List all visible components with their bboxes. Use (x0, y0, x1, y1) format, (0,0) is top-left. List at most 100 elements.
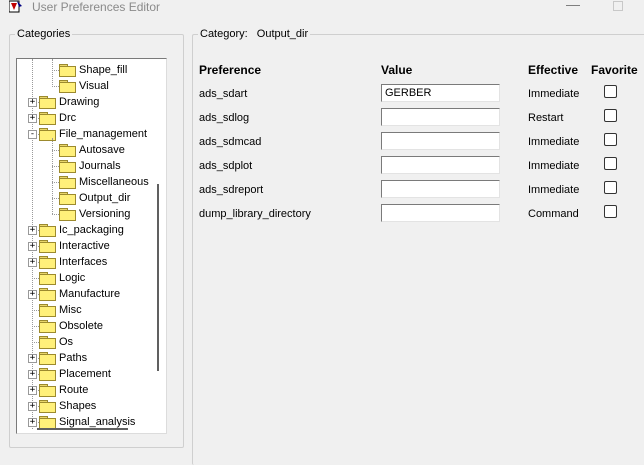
tree-item[interactable]: Interactive (39, 238, 110, 254)
tree-item[interactable]: Route (39, 382, 88, 398)
folder-icon (39, 304, 56, 317)
tree-item[interactable]: Interfaces (39, 254, 107, 270)
preference-value-input[interactable] (381, 180, 500, 198)
favorite-checkbox[interactable] (604, 157, 617, 170)
folder-icon (39, 256, 56, 269)
folder-icon (39, 416, 56, 429)
preference-value-input[interactable] (381, 156, 500, 174)
preference-name: dump_library_directory (199, 208, 311, 220)
tree-connector (32, 278, 39, 279)
preference-value-input[interactable] (381, 204, 500, 222)
tree-child-guide (52, 59, 53, 87)
folder-icon (59, 80, 76, 93)
tree-item-label: Shapes (59, 400, 97, 412)
preference-value-input[interactable] (381, 108, 500, 126)
tree-item[interactable]: Versioning (59, 206, 130, 222)
effective-value: Immediate (528, 160, 580, 172)
tree-item[interactable]: Output_dir (59, 190, 130, 206)
tree-item[interactable]: Drc (39, 110, 76, 126)
tree-connector (32, 310, 39, 311)
favorite-checkbox[interactable] (604, 109, 617, 122)
favorite-checkbox[interactable] (604, 181, 617, 194)
tree-connector (52, 86, 59, 87)
favorite-checkbox[interactable] (604, 85, 617, 98)
tree-item[interactable]: Os (39, 334, 73, 350)
category-tree[interactable]: Shape_fill Visual + Drawing + Drc - File_manage… (16, 58, 167, 434)
effective-value: Immediate (528, 184, 580, 196)
tree-item-label: Misc (59, 304, 82, 316)
expand-icon[interactable]: + (28, 258, 37, 267)
expand-icon[interactable]: + (28, 114, 37, 123)
effective-value: Immediate (528, 88, 580, 100)
folder-icon (39, 384, 56, 397)
preference-column-header: Preference (199, 63, 262, 77)
favorite-checkbox[interactable] (604, 205, 617, 218)
tree-item-label: Drawing (59, 96, 100, 108)
tree-connector (52, 214, 59, 215)
expand-icon[interactable]: + (28, 242, 37, 251)
preference-value-input[interactable] (381, 84, 500, 102)
maximize-button[interactable] (613, 1, 623, 11)
expand-icon[interactable]: + (28, 290, 37, 299)
preference-name: ads_sdmcad (199, 136, 262, 148)
tree-item-label: Manufacture (59, 288, 121, 300)
tree-horizontal-scrollbar[interactable] (37, 428, 128, 430)
tree-item-label: Drc (59, 112, 77, 124)
tree-item-label: Visual (79, 80, 109, 92)
expand-icon[interactable]: + (28, 402, 37, 411)
preference-name: ads_sdplot (199, 160, 253, 172)
preference-name: ads_sdlog (199, 112, 250, 124)
folder-icon (39, 96, 56, 109)
tree-item-label: Interfaces (59, 256, 108, 268)
folder-icon (39, 288, 56, 301)
tree-item[interactable]: Drawing (39, 94, 99, 110)
tree-connector (52, 150, 59, 151)
tree-item-label: Route (59, 384, 89, 396)
category-heading: Category: Output_dir (198, 28, 311, 40)
favorite-checkbox[interactable] (604, 133, 617, 146)
tree-item-label: Paths (59, 352, 88, 364)
effective-column-header: Effective (528, 63, 579, 77)
favorite-column-header: Favorite (591, 63, 638, 77)
folder-icon (59, 64, 76, 77)
folder-icon (59, 144, 76, 157)
tree-item[interactable]: Misc (39, 302, 82, 318)
title-bar: User Preferences Editor — (0, 0, 644, 16)
expand-icon[interactable]: + (28, 418, 37, 427)
tree-item[interactable]: Miscellaneous (59, 174, 149, 190)
tree-item[interactable]: Shapes (39, 398, 96, 414)
tree-item[interactable]: Shape_fill (59, 62, 127, 78)
tree-item-label: Ic_packaging (59, 224, 124, 236)
tree-connector (52, 198, 59, 199)
tree-item[interactable]: Placement (39, 366, 111, 382)
tree-item[interactable]: Autosave (59, 142, 125, 158)
expand-icon[interactable]: + (28, 354, 37, 363)
expand-icon[interactable]: + (28, 226, 37, 235)
effective-value: Immediate (528, 136, 580, 148)
tree-item[interactable]: Obsolete (39, 318, 103, 334)
tree-item[interactable]: File_management (39, 126, 147, 142)
tree-item[interactable]: Paths (39, 350, 87, 366)
category-name: Output_dir (256, 28, 309, 40)
expand-icon[interactable]: + (28, 386, 37, 395)
folder-icon (59, 176, 76, 189)
tree-item-label: Signal_analysis (59, 416, 136, 428)
tree-item-label: Logic (59, 272, 86, 284)
expand-icon[interactable]: + (28, 98, 37, 107)
tree-child-guide (52, 138, 53, 214)
minimize-button[interactable]: — (566, 0, 580, 12)
tree-vertical-scrollbar[interactable] (157, 184, 159, 371)
folder-icon (39, 112, 56, 125)
tree-item[interactable]: Manufacture (39, 286, 120, 302)
tree-item[interactable]: Logic (39, 270, 85, 286)
folder-icon (39, 240, 56, 253)
expand-icon[interactable]: + (28, 370, 37, 379)
tree-item[interactable]: Journals (59, 158, 121, 174)
collapse-icon[interactable]: - (28, 130, 37, 139)
tree-item-label: Output_dir (79, 192, 131, 204)
tree-item[interactable]: Ic_packaging (39, 222, 124, 238)
folder-icon (59, 192, 76, 205)
folder-icon (39, 272, 56, 285)
tree-item[interactable]: Visual (59, 78, 109, 94)
preference-value-input[interactable] (381, 132, 500, 150)
